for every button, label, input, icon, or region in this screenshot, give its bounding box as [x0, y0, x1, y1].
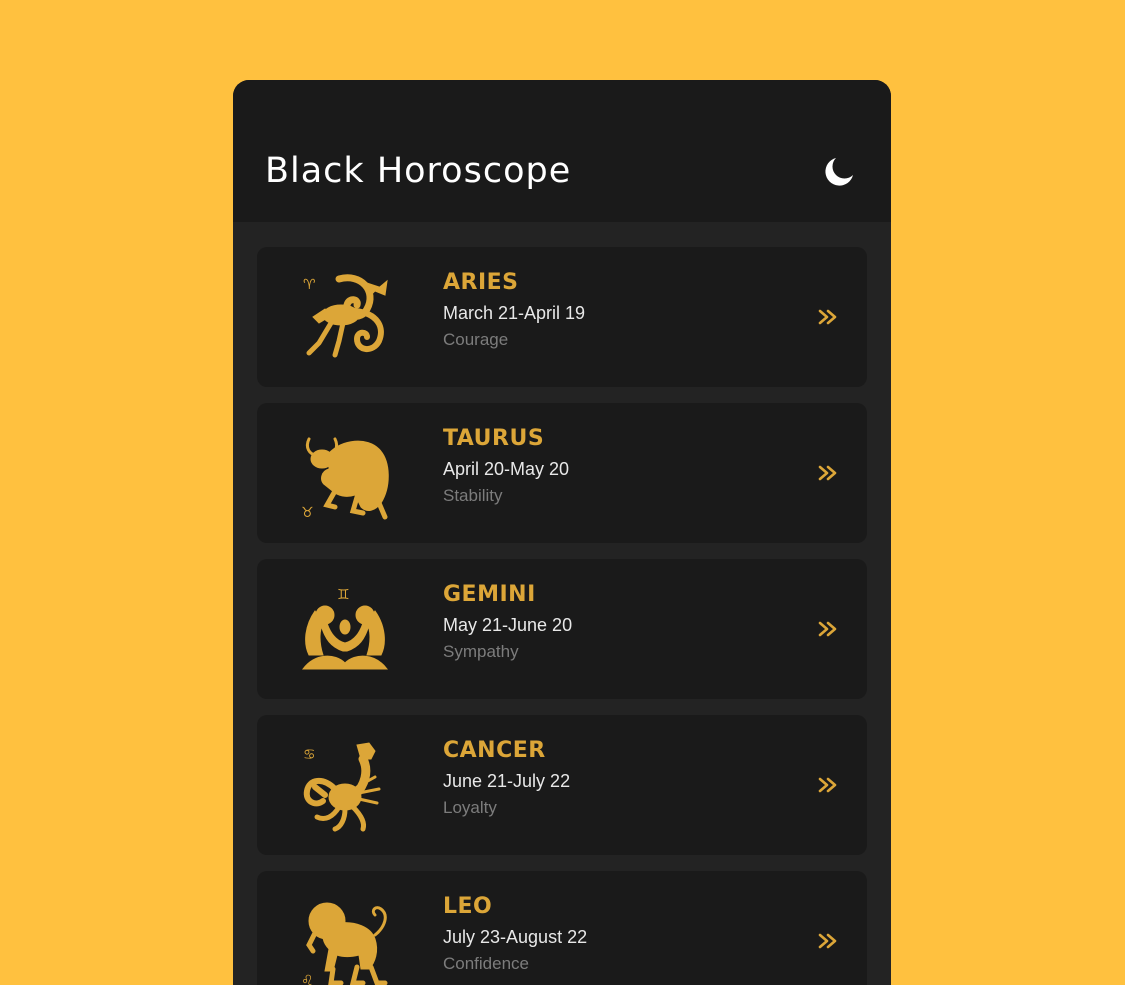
sign-name: CANCER [443, 738, 546, 763]
double-chevron-right-icon[interactable] [817, 774, 839, 796]
sign-dates: May 21-June 20 [443, 615, 573, 635]
svg-text:♉: ♉ [301, 505, 314, 521]
app-title: Black Horoscope [265, 151, 572, 191]
leo-lion-icon: ♌ [301, 902, 388, 985]
sign-trait: Stability [443, 486, 503, 505]
aries-ram-icon: ♈ [303, 274, 388, 358]
double-chevron-right-icon[interactable] [817, 618, 839, 640]
sign-name: LEO [443, 894, 493, 919]
app-header: Black Horoscope [233, 80, 891, 222]
svg-text:♋: ♋ [303, 747, 316, 763]
sign-name: TAURUS [443, 426, 545, 451]
zodiac-card-leo[interactable]: ♌ LEO July 23-August 22 Confidence [257, 871, 867, 985]
sign-trait: Courage [443, 330, 509, 349]
svg-text:♌: ♌ [301, 973, 314, 985]
double-chevron-right-icon[interactable] [817, 306, 839, 328]
sign-dates: March 21-April 19 [443, 303, 586, 323]
sign-dates: April 20-May 20 [443, 459, 570, 479]
sign-name: GEMINI [443, 582, 536, 607]
sign-trait: Sympathy [443, 642, 519, 661]
svg-text:♈: ♈ [303, 277, 316, 293]
app-screen: Black Horoscope ♈ ARIES March 21-April 1… [233, 80, 891, 985]
sign-dates: July 23-August 22 [443, 927, 588, 947]
zodiac-card-cancer[interactable]: ♋ CANCER June 21-July 22 Loyalty [257, 715, 867, 855]
zodiac-card-gemini[interactable]: ♊ GEMINI May 21-June 20 Sympathy [257, 559, 867, 699]
cancer-crab-icon: ♋ [303, 742, 381, 832]
double-chevron-right-icon[interactable] [817, 930, 839, 952]
sign-trait: Loyalty [443, 798, 497, 817]
double-chevron-right-icon[interactable] [817, 462, 839, 484]
taurus-bull-icon: ♉ [301, 437, 389, 521]
gemini-twins-icon: ♊ [301, 587, 389, 670]
zodiac-card-taurus[interactable]: ♉ TAURUS April 20-May 20 Stability [257, 403, 867, 543]
sign-dates: June 21-July 22 [443, 771, 571, 791]
sign-trait: Confidence [443, 954, 530, 973]
zodiac-card-aries[interactable]: ♈ ARIES March 21-April 19 Courage [257, 247, 867, 387]
moon-icon[interactable] [822, 155, 856, 189]
svg-text:♊: ♊ [337, 587, 350, 603]
sign-name: ARIES [443, 270, 519, 295]
